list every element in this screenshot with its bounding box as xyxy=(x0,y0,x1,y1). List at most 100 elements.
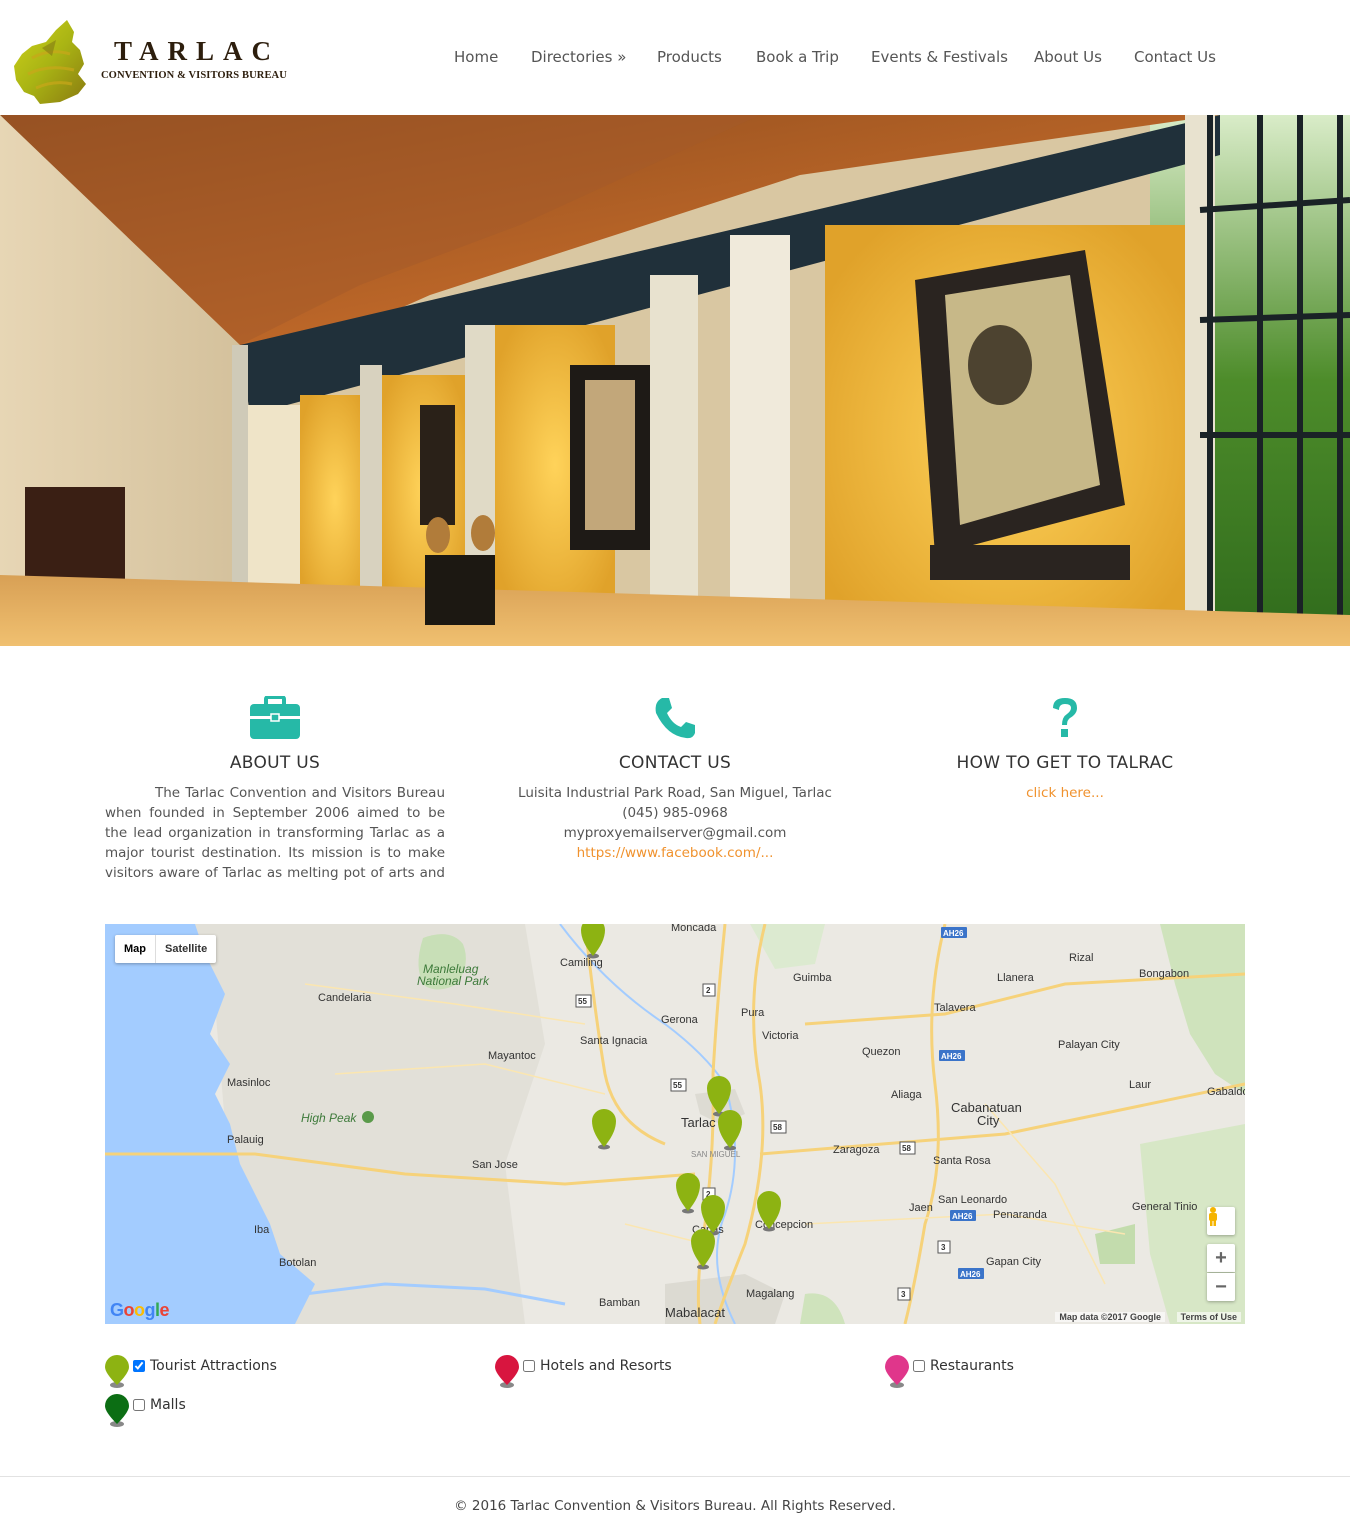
legend-tourist-attractions: Tourist Attractions xyxy=(105,1355,277,1389)
contact-section: CONTACT US Luisita Industrial Park Road,… xyxy=(505,695,845,863)
place-aliaga: Aliaga xyxy=(891,1089,922,1101)
contact-facebook-link[interactable]: https://www.facebook.com/... xyxy=(577,845,774,861)
place-mayantoc: Mayantoc xyxy=(488,1050,536,1062)
question-icon xyxy=(1053,698,1077,737)
map-terms-link[interactable]: Terms of Use xyxy=(1176,1312,1241,1322)
shield-58-2: 58 xyxy=(902,1144,911,1153)
brand-title: TARLAC xyxy=(114,36,281,66)
site-logo[interactable]: TARLAC CONVENTION & VISITORS BUREAU xyxy=(12,18,292,106)
footer-divider xyxy=(0,1476,1350,1477)
shield-58-1: 58 xyxy=(773,1123,782,1132)
nav-book-a-trip[interactable]: Book a Trip xyxy=(756,48,839,66)
place-jaen: Jaen xyxy=(909,1202,933,1214)
about-text: The Tarlac Convention and Visitors Burea… xyxy=(105,785,445,881)
place-palayan: Palayan City xyxy=(1058,1039,1120,1051)
map-type-map-button[interactable]: Map xyxy=(115,935,156,963)
malls-label: Malls xyxy=(150,1397,186,1413)
tourist-attractions-label: Tourist Attractions xyxy=(150,1358,277,1374)
place-rizal: Rizal xyxy=(1069,952,1093,964)
place-bamban: Bamban xyxy=(599,1297,640,1309)
hero-image xyxy=(0,115,1350,646)
zoom-out-button[interactable]: − xyxy=(1207,1273,1235,1301)
legend-restaurants: Restaurants xyxy=(885,1355,1014,1389)
nav-events-festivals[interactable]: Events & Festivals xyxy=(871,48,1008,66)
nav-products[interactable]: Products xyxy=(657,48,722,66)
hotel-pin-icon xyxy=(495,1355,519,1388)
restaurants-label: Restaurants xyxy=(930,1358,1014,1374)
place-magalang: Magalang xyxy=(746,1288,794,1300)
restaurant-pin-icon xyxy=(885,1355,909,1388)
shield-2-1: 2 xyxy=(706,986,711,995)
place-national-park: National Park xyxy=(417,974,490,988)
shield-3-1: 3 xyxy=(941,1243,946,1252)
place-laur: Laur xyxy=(1129,1079,1151,1091)
about-section: ABOUT US The Tarlac Convention and Visit… xyxy=(105,695,445,883)
place-masinloc: Masinloc xyxy=(227,1077,271,1089)
shield-ah26-1: AH26 xyxy=(943,929,964,938)
nav-directories[interactable]: Directories » xyxy=(531,48,626,66)
contact-title: CONTACT US xyxy=(618,753,732,773)
map-attribution: Map data ©2017 Google xyxy=(1055,1312,1165,1322)
shield-ah26-3: AH26 xyxy=(952,1212,973,1221)
google-map[interactable]: Moncada Camiling Guimba Llanera Rizal Bo… xyxy=(105,924,1245,1324)
shield-55-2: 55 xyxy=(673,1081,682,1090)
place-talavera: Talavera xyxy=(934,1002,976,1014)
museum-hall-photo xyxy=(0,115,1350,646)
place-san-leonardo: San Leonardo xyxy=(938,1194,1007,1206)
phone-icon xyxy=(655,698,695,739)
nav-contact-us[interactable]: Contact Us xyxy=(1134,48,1216,66)
legend-hotels-resorts: Hotels and Resorts xyxy=(495,1355,672,1389)
place-san-jose: San Jose xyxy=(472,1159,518,1171)
nav-about-us[interactable]: About Us xyxy=(1034,48,1102,66)
restaurants-checkbox[interactable] xyxy=(913,1360,925,1372)
contact-phone: (045) 985-0968 xyxy=(622,805,728,821)
place-quezon: Quezon xyxy=(862,1046,901,1058)
place-zaragoza: Zaragoza xyxy=(833,1144,880,1156)
place-san-miguel: SAN MIGUEL xyxy=(691,1150,741,1159)
tourist-pin-icon xyxy=(105,1355,129,1388)
place-high-peak: High Peak xyxy=(301,1111,357,1125)
place-cabanatuan-city: City xyxy=(977,1113,1000,1128)
place-santa-ignacia: Santa Ignacia xyxy=(580,1035,648,1047)
nav-home[interactable]: Home xyxy=(454,48,498,66)
map-type-satellite-button[interactable]: Satellite xyxy=(156,935,216,963)
brand-subtitle: CONVENTION & VISITORS BUREAU xyxy=(101,70,287,81)
map-type-control: Map Satellite xyxy=(115,935,217,963)
pegman-street-view-icon[interactable] xyxy=(1207,1207,1235,1235)
place-candelaria: Candelaria xyxy=(318,992,372,1004)
place-penaranda: Penaranda xyxy=(993,1209,1048,1221)
footer-copyright: © 2016 Tarlac Convention & Visitors Bure… xyxy=(454,1498,896,1514)
tourist-attractions-checkbox[interactable] xyxy=(133,1360,145,1372)
malls-checkbox[interactable] xyxy=(133,1399,145,1411)
contact-email: myproxyemailserver@gmail.com xyxy=(563,825,787,841)
place-botolan: Botolan xyxy=(279,1257,316,1269)
shield-3-2: 3 xyxy=(901,1290,906,1299)
legend-malls: Malls xyxy=(105,1394,186,1428)
high-peak-marker-icon xyxy=(362,1111,374,1123)
zoom-in-button[interactable]: + xyxy=(1207,1244,1235,1272)
place-bongabon: Bongabon xyxy=(1139,968,1189,980)
how-to-get-section: HOW TO GET TO TALRAC click here... xyxy=(895,695,1235,803)
tarlac-map-logo-icon xyxy=(14,20,86,104)
place-general-tinio: General Tinio xyxy=(1132,1201,1197,1213)
place-gerona: Gerona xyxy=(661,1014,699,1026)
shield-ah26-4: AH26 xyxy=(960,1270,981,1279)
place-santa-rosa: Santa Rosa xyxy=(933,1155,991,1167)
briefcase-icon xyxy=(250,696,300,739)
place-camiling: Camiling xyxy=(560,957,603,969)
place-guimba: Guimba xyxy=(793,972,832,984)
hotels-resorts-label: Hotels and Resorts xyxy=(540,1358,672,1374)
contact-address: Luisita Industrial Park Road, San Miguel… xyxy=(518,785,832,801)
place-mabalacat: Mabalacat xyxy=(665,1305,725,1320)
place-victoria: Victoria xyxy=(762,1030,799,1042)
mall-pin-icon xyxy=(105,1394,129,1427)
site-header: TARLAC CONVENTION & VISITORS BUREAU Home… xyxy=(0,0,1350,115)
place-pura: Pura xyxy=(741,1007,765,1019)
map-canvas[interactable]: Moncada Camiling Guimba Llanera Rizal Bo… xyxy=(105,924,1245,1324)
how-to-get-link[interactable]: click here... xyxy=(1026,785,1104,801)
how-to-get-title: HOW TO GET TO TALRAC xyxy=(956,753,1174,773)
shield-ah26-2: AH26 xyxy=(941,1052,962,1061)
place-moncada: Moncada xyxy=(671,924,717,934)
hotels-resorts-checkbox[interactable] xyxy=(523,1360,535,1372)
google-logo[interactable]: Google xyxy=(110,1300,170,1321)
